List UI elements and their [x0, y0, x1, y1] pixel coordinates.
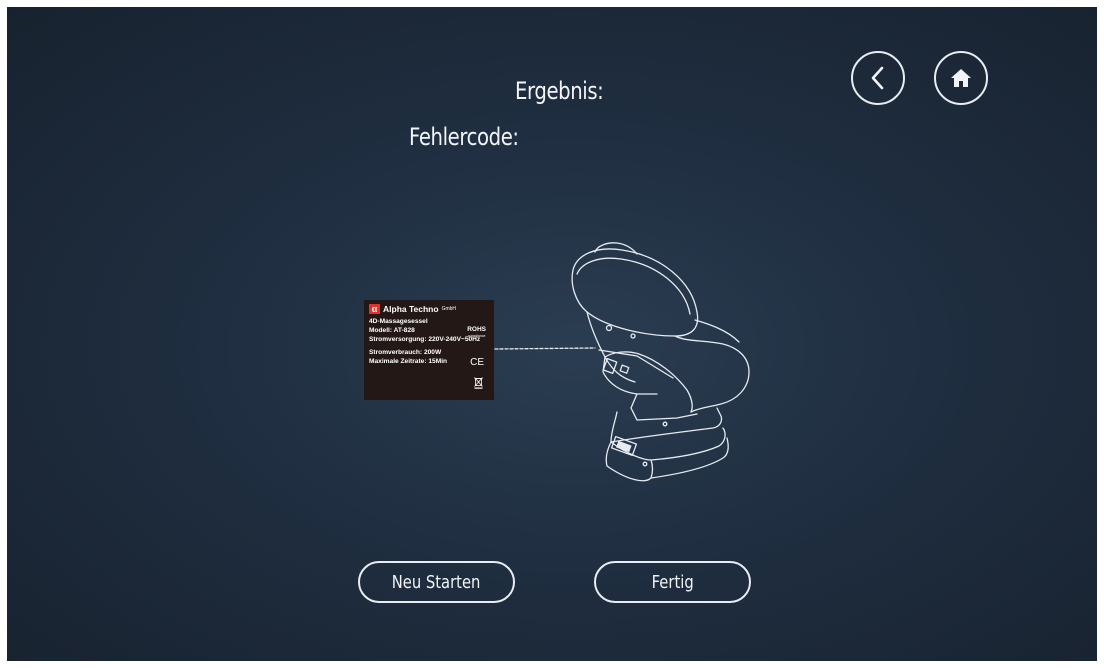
back-button[interactable] — [851, 51, 905, 105]
brand-suffix: GmbH — [441, 305, 457, 312]
app-screen: Ergebnis: Fehlercode: α Alpha Techno Gmb… — [7, 7, 1097, 661]
massage-chair-illustration — [494, 242, 750, 482]
result-label: Ergebnis: — [515, 77, 604, 105]
power-consumption-line: Stromverbrauch: 200W — [369, 349, 442, 356]
rohs-subtext: compliance — [467, 334, 486, 338]
ce-mark: CE — [470, 357, 484, 368]
brand-name: Alpha Techno — [383, 303, 439, 314]
error-code-label: Fehlercode: — [409, 123, 519, 151]
home-button[interactable] — [934, 51, 988, 105]
rohs-mark: ROHS compliance — [467, 326, 486, 339]
restart-button-label: Neu Starten — [392, 571, 481, 593]
leader-line — [494, 347, 596, 350]
rohs-text: ROHS — [467, 326, 486, 333]
restart-button[interactable]: Neu Starten — [358, 561, 515, 603]
weee-bin-icon — [474, 377, 483, 389]
product-name: 4D-Massagesessel — [369, 318, 428, 325]
product-label-plate: α Alpha Techno GmbH 4D-Massagesessel Mod… — [364, 300, 494, 400]
done-button[interactable]: Fertig — [594, 561, 751, 603]
alpha-logo-icon: α — [369, 304, 380, 314]
home-icon — [951, 69, 971, 87]
brand-row: α Alpha Techno GmbH — [369, 304, 489, 314]
chevron-left-icon — [871, 66, 884, 90]
done-button-label: Fertig — [651, 571, 694, 593]
